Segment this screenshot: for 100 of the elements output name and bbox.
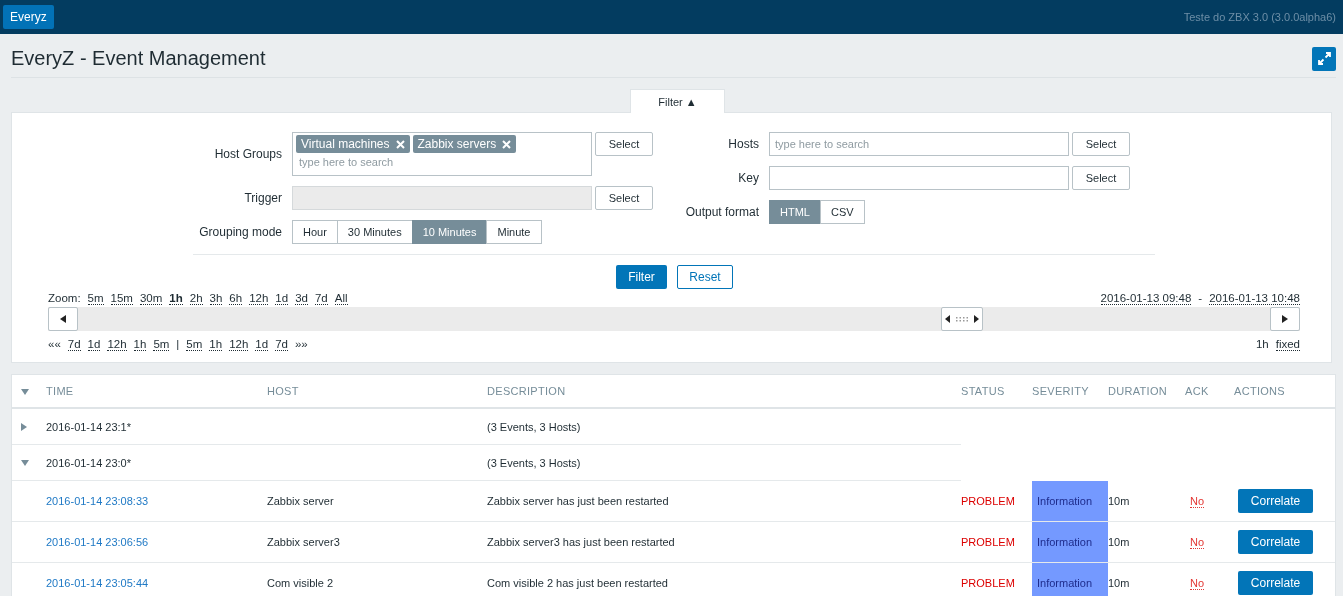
event-time-link[interactable]: 2016-01-14 23:06:56 [46,536,149,548]
event-description: Zabbix server3 has just been restarted [487,536,675,548]
period-shift-link[interactable]: 1d [87,337,101,351]
period-shift-link[interactable]: 12h [229,337,249,351]
filter-tab[interactable]: Filter ▲ [630,89,725,113]
right-arrow-icon [1282,315,1288,323]
fullscreen-button[interactable] [1312,46,1336,71]
period-shift-link[interactable]: 7d [67,337,81,351]
event-time-link[interactable]: 2016-01-14 23:08:33 [46,495,149,507]
scroll-handle[interactable] [940,307,983,331]
duration: 10m [1108,494,1130,507]
event-description: Zabbix server has just been restarted [487,495,669,507]
correlate-button[interactable]: Correlate [1238,571,1313,595]
period-shift-link[interactable]: 1h [133,337,147,351]
zoom-link[interactable]: 30m [139,291,163,305]
field-label: Key [737,171,760,185]
correlate-button[interactable]: Correlate [1238,530,1313,554]
select-button[interactable]: Select [1072,132,1130,156]
period-jump-link[interactable]: «« [48,338,61,350]
column-header[interactable]: ACK [1185,385,1209,397]
field-label: Host Groups [213,147,283,161]
period-jump-link[interactable]: »» [294,338,308,350]
period-length: 1h [1255,338,1269,350]
column-header[interactable]: HOST [267,385,299,397]
zoom-link[interactable]: 6h [229,291,243,305]
key-field[interactable] [769,166,1069,190]
zoom-link[interactable]: 3h [209,291,223,305]
status-text: PROBLEM [961,536,1015,548]
tag: Zabbix servers [412,135,517,153]
reset-button[interactable]: Reset [677,265,733,289]
duration: 10m [1108,536,1130,548]
segment-option[interactable]: CSV [819,200,865,224]
duration: 10m [1108,577,1130,589]
zoom-link[interactable]: 1d [275,291,289,305]
period-shift-link[interactable]: 1h [209,337,223,351]
timeline-scrollbar[interactable] [48,307,1300,331]
period-end-link[interactable]: 2016-01-13 10:48 [1209,291,1300,305]
remove-icon[interactable] [395,139,405,149]
remove-icon[interactable] [502,139,512,149]
column-header[interactable]: STATUS [961,385,1005,397]
host-name: Com visible 2 [267,577,334,589]
event-time-link[interactable]: 2016-01-14 23:05:44 [46,577,149,589]
ack-link[interactable]: No [1190,536,1205,549]
column-header[interactable]: ACTIONS [1234,385,1285,397]
zoom-link[interactable]: 1h [169,291,183,305]
group-summary: (3 Events, 3 Hosts) [487,420,581,433]
segment-option[interactable]: 30 Minutes [336,220,413,244]
host-name: Zabbix server3 [267,536,340,548]
scroll-right-button[interactable] [1270,307,1300,331]
status-text: PROBLEM [961,577,1015,589]
period-shift-link[interactable]: 7d [275,337,288,351]
severity-cell: Information [1032,480,1108,522]
zoom-link[interactable]: 7d [314,291,328,305]
period-shift-link[interactable]: 5m [153,337,170,351]
field-label: Output format [684,205,760,219]
ack-link[interactable]: No [1190,577,1205,590]
group-summary: (3 Events, 3 Hosts) [487,456,581,469]
period-shift-link[interactable]: 5m [186,337,203,351]
zoom-link[interactable]: 5m [87,291,104,305]
select-button[interactable]: Select [1072,166,1130,190]
select-button[interactable]: Select [595,132,653,156]
period-shift-link[interactable]: 12h [107,337,127,351]
severity-cell: Information [1032,562,1108,596]
zoom-link[interactable]: 2h [189,291,203,305]
status-text: PROBLEM [961,494,1015,507]
page-title: EveryZ - Event Management [11,46,266,70]
scroll-left-button[interactable] [48,307,78,331]
zoom-link[interactable]: 15m [110,291,133,305]
zoom-link[interactable]: All [334,291,348,305]
column-header[interactable]: TIME [46,385,74,397]
zoom-link[interactable]: 3d [295,291,308,305]
zoom-label: Zoom: [48,292,81,304]
app-button[interactable]: Everyz [3,5,54,29]
segment-option[interactable]: Hour [292,220,338,244]
group-time: 2016-01-14 23:1* [46,420,131,433]
column-header[interactable]: DURATION [1108,385,1168,397]
left-arrow-icon [60,315,66,323]
zoom-link[interactable]: 12h [249,291,269,305]
filter-button[interactable]: Filter [616,265,667,289]
field-label: Grouping mode [198,225,283,239]
collapse-all-icon[interactable] [21,389,29,395]
segment-option[interactable]: Minute [486,220,542,244]
severity-cell: Information [1032,521,1108,563]
hosts-field[interactable]: type here to search [769,132,1069,156]
period-shift-link[interactable]: 1d [255,337,269,351]
ack-link[interactable]: No [1190,494,1205,508]
column-header[interactable]: DESCRIPTION [487,385,566,397]
period-start-link[interactable]: 2016-01-13 09:48 [1100,291,1192,305]
field-label: Hosts [727,137,760,151]
fixed-link[interactable]: fixed [1275,337,1300,351]
separator: | [176,338,180,350]
column-header[interactable]: SEVERITY [1032,385,1089,397]
tag: Virtual machines [296,135,410,153]
field-label: Trigger [243,191,283,205]
period-separator: - [1198,292,1203,304]
host-name: Zabbix server [267,495,334,507]
correlate-button[interactable]: Correlate [1238,488,1313,513]
group-time: 2016-01-14 23:0* [46,456,131,469]
server-info: Teste do ZBX 3.0 (3.0.0alpha6) [1183,11,1336,23]
expand-icon [1317,52,1331,65]
